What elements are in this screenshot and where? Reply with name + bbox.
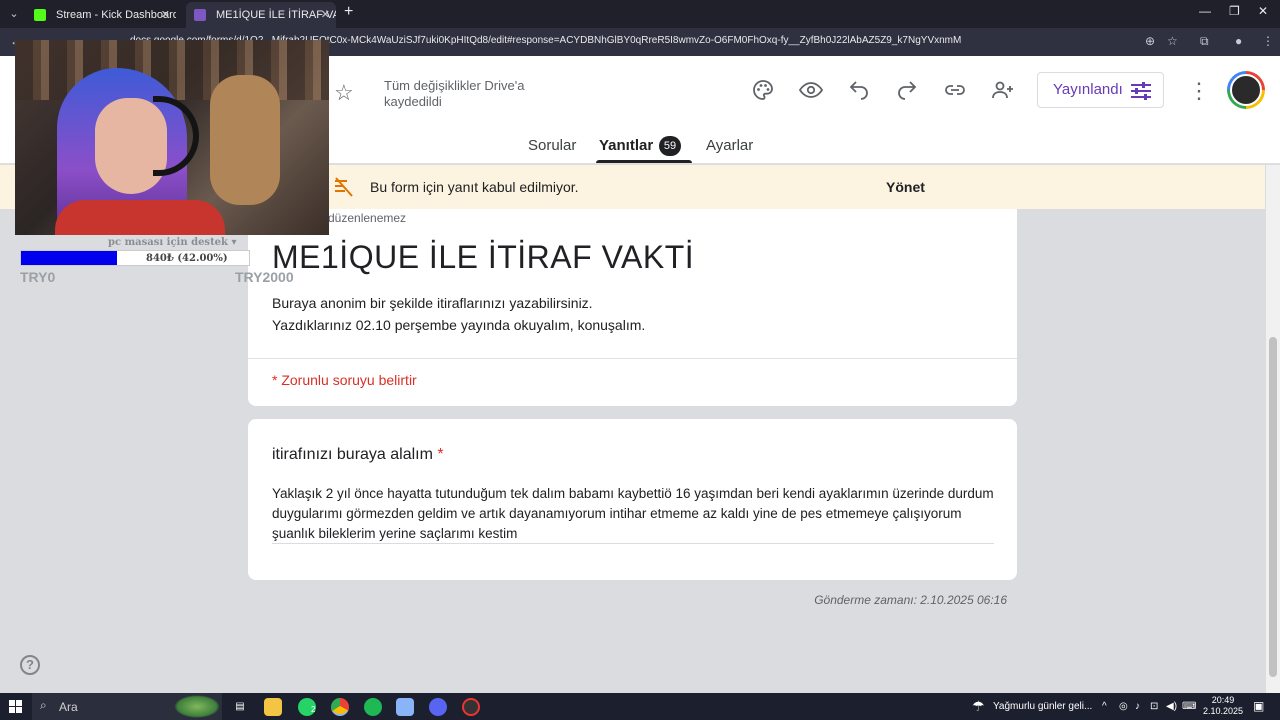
windows-taskbar: ⌕ Ara ▤ 2 ☂ Yağmurlu günler geli... ^ ◎ … bbox=[0, 693, 1280, 720]
responses-off-icon bbox=[335, 177, 353, 197]
question-title: itirafınızı buraya alalım * bbox=[272, 446, 444, 464]
response-answer: Yaklaşık 2 yıl önce hayatta tutunduğum t… bbox=[272, 486, 994, 541]
published-button[interactable]: Yayınlandı bbox=[1037, 72, 1164, 108]
restore-icon[interactable]: ❐ bbox=[1229, 4, 1240, 18]
taskbar-search[interactable]: ⌕ Ara bbox=[32, 693, 222, 720]
windows-start-icon[interactable] bbox=[9, 700, 22, 713]
obs-icon[interactable] bbox=[462, 698, 480, 716]
browser-tab-kick[interactable]: Stream - Kick Dashboard ✕ bbox=[26, 2, 176, 28]
plush-toy bbox=[210, 75, 280, 205]
banner-message: Bu form için yanıt kabul edilmiyor. bbox=[370, 179, 579, 195]
microphone-icon[interactable]: ♪ bbox=[1135, 701, 1140, 712]
publish-settings-icon bbox=[1131, 82, 1151, 100]
required-note: * Zorunlu soruyu belirtir bbox=[272, 372, 417, 388]
tab-responses[interactable]: Yanıtlar bbox=[599, 137, 653, 154]
clock-date: 2.10.2025 bbox=[1203, 706, 1244, 716]
tab-questions[interactable]: Sorular bbox=[528, 137, 576, 154]
webcam-overlay bbox=[15, 40, 329, 235]
star-icon[interactable]: ☆ bbox=[334, 80, 354, 106]
close-tab-icon[interactable]: ✕ bbox=[321, 2, 330, 28]
file-explorer-icon[interactable] bbox=[264, 698, 282, 716]
redo-icon[interactable] bbox=[894, 78, 920, 102]
bookmark-star-icon[interactable]: ☆ bbox=[1167, 34, 1178, 48]
save-status: Tüm değişiklikler Drive'a kaydedildi bbox=[384, 78, 525, 109]
taskbar-clock[interactable]: 20:49 2.10.2025 bbox=[1203, 695, 1243, 717]
manage-button[interactable]: Yönet bbox=[886, 179, 925, 195]
donation-progress-fill bbox=[21, 251, 117, 265]
answer-underline bbox=[272, 543, 994, 544]
close-window-icon[interactable]: ✕ bbox=[1258, 4, 1268, 18]
tab-settings[interactable]: Ayarlar bbox=[706, 137, 753, 154]
new-tab-icon[interactable]: + bbox=[344, 3, 353, 21]
form-title-card: düzenlenemez ME1İQUE İLE İTİRAF VAKTİ Bu… bbox=[248, 209, 1017, 406]
tab-title: ME1İQUE İLE İTİRAF VAKTİ - Go bbox=[216, 9, 336, 21]
chrome-icon[interactable] bbox=[331, 698, 349, 716]
published-label: Yayınlandı bbox=[1053, 81, 1123, 98]
question-text: itirafınızı buraya alalım bbox=[272, 446, 433, 463]
keyboard-icon[interactable]: ⌨ bbox=[1182, 701, 1196, 712]
browser-menu-icon[interactable]: ⋮ bbox=[1262, 34, 1274, 48]
minimize-icon[interactable]: — bbox=[1199, 4, 1211, 18]
add-collaborator-icon[interactable] bbox=[990, 78, 1016, 102]
extensions-icon[interactable]: ⧉ bbox=[1200, 34, 1209, 49]
account-avatar[interactable] bbox=[1227, 71, 1265, 109]
task-view-icon[interactable]: ▤ bbox=[231, 698, 249, 716]
donation-progress-text: 840₺ (42.00%) bbox=[146, 253, 228, 264]
undo-icon[interactable] bbox=[846, 78, 872, 102]
weather-text[interactable]: Yağmurlu günler geli... bbox=[993, 701, 1092, 712]
kick-favicon-icon bbox=[34, 9, 46, 21]
link-icon[interactable] bbox=[942, 78, 968, 102]
browser-tab-forms[interactable]: ME1İQUE İLE İTİRAF VAKTİ - Go ✕ bbox=[186, 2, 336, 28]
clock-time: 20:49 bbox=[1211, 695, 1235, 705]
volume-icon[interactable]: ◀) bbox=[1166, 701, 1177, 712]
app-icon[interactable] bbox=[396, 698, 414, 716]
form-description: Buraya anonim bir şekilde itiraflarınızı… bbox=[272, 292, 645, 336]
form-title: ME1İQUE İLE İTİRAF VAKTİ bbox=[272, 239, 695, 275]
weather-icon[interactable]: ☂ bbox=[972, 698, 985, 715]
tab-title: Stream - Kick Dashboard bbox=[56, 9, 176, 21]
notifications-icon[interactable]: ▣ bbox=[1253, 699, 1264, 713]
spotify-icon[interactable] bbox=[364, 698, 382, 716]
search-highlight-image bbox=[174, 695, 220, 718]
profile-icon[interactable]: ● bbox=[1235, 34, 1242, 48]
browser-tab-bar: ⌄ Stream - Kick Dashboard ✕ ME1İQUE İLE … bbox=[0, 0, 1280, 28]
tray-chevron-icon[interactable]: ^ bbox=[1102, 701, 1107, 712]
donation-max: TRY2000 bbox=[235, 269, 294, 285]
scrollbar-thumb[interactable] bbox=[1269, 337, 1277, 677]
responses-count-badge: 59 bbox=[659, 136, 681, 156]
donation-min: TRY0 bbox=[20, 269, 56, 285]
more-options-icon[interactable]: ⋮ bbox=[1188, 78, 1210, 104]
search-placeholder: Ara bbox=[59, 700, 78, 714]
zoom-icon[interactable]: ⊕ bbox=[1145, 34, 1155, 48]
question-card: itirafınızı buraya alalım * Yaklaşık 2 y… bbox=[248, 419, 1017, 580]
tray-device-icon[interactable]: ◎ bbox=[1119, 701, 1128, 712]
active-tab-indicator bbox=[596, 160, 692, 163]
tab-search-icon[interactable]: ⌄ bbox=[4, 4, 24, 24]
search-icon: ⌕ bbox=[40, 698, 47, 712]
preview-eye-icon[interactable] bbox=[798, 78, 824, 102]
discord-icon[interactable] bbox=[429, 698, 447, 716]
headset bbox=[153, 96, 199, 176]
help-icon[interactable]: ? bbox=[20, 655, 40, 675]
divider bbox=[248, 358, 1017, 359]
required-mark: * bbox=[437, 446, 444, 463]
palette-icon[interactable] bbox=[750, 78, 776, 102]
forms-favicon-icon bbox=[194, 9, 206, 21]
submission-timestamp: Gönderme zamanı: 2.10.2025 06:16 bbox=[814, 593, 1007, 607]
network-icon[interactable]: ⊡ bbox=[1150, 701, 1158, 712]
donation-goal-label: pc masası için destek ▾ bbox=[108, 237, 237, 248]
description-line: Yazdıklarınız 02.10 perşembe yayında oku… bbox=[272, 317, 646, 333]
donation-progress-bar: 840₺ (42.00%) bbox=[20, 250, 250, 266]
page-scrollbar[interactable] bbox=[1266, 165, 1280, 693]
close-tab-icon[interactable]: ✕ bbox=[161, 2, 170, 28]
edit-note: düzenlenemez bbox=[328, 211, 407, 225]
whatsapp-badge: 2 bbox=[311, 705, 316, 714]
description-line: Buraya anonim bir şekilde itiraflarınızı… bbox=[272, 295, 593, 311]
